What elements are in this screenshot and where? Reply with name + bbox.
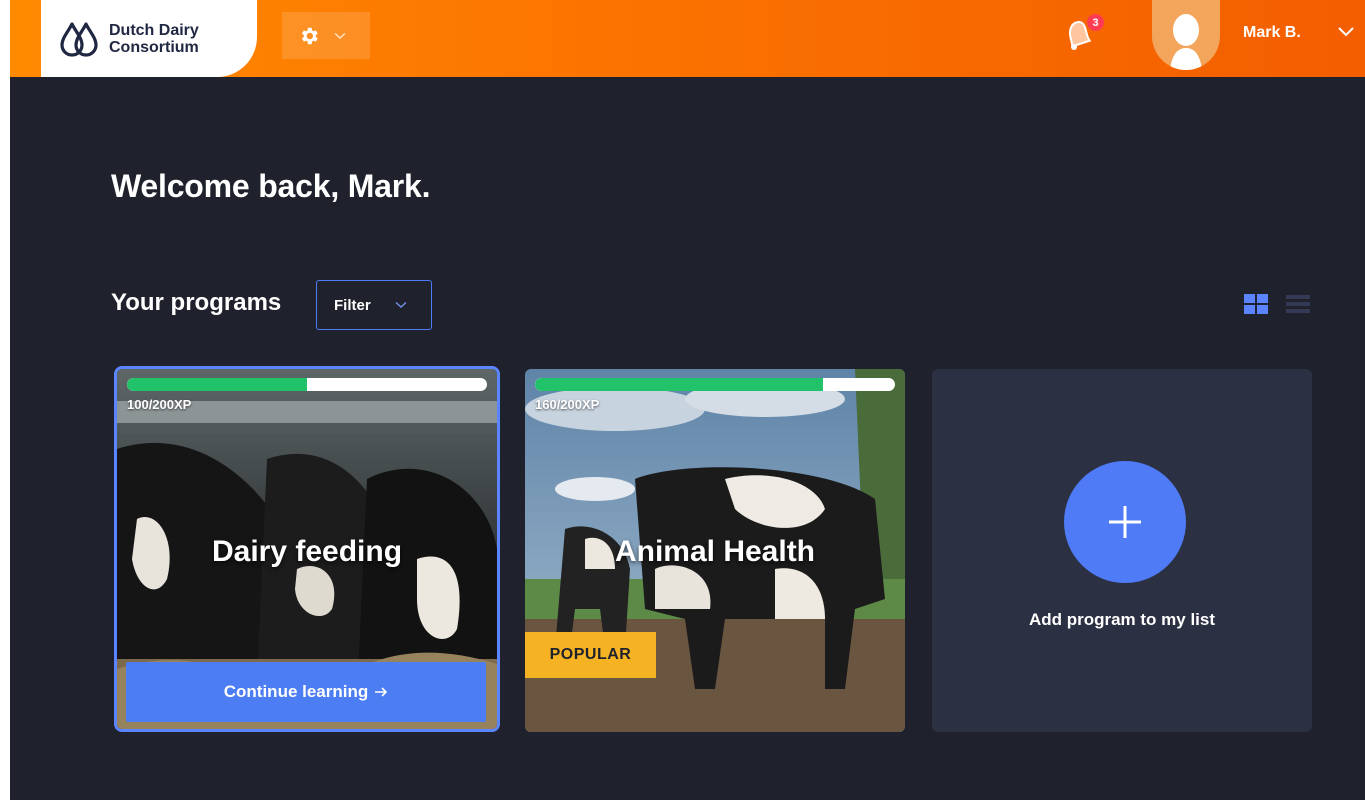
top-navigation-bar: Dutch Dairy Consortium 3 Mark B. [10, 0, 1365, 77]
xp-label: 100/200XP [127, 397, 192, 412]
add-program-card[interactable]: Add program to my list [932, 369, 1312, 732]
app-window: Dutch Dairy Consortium 3 Mark B. Welcome… [10, 0, 1365, 800]
brand-logo[interactable]: Dutch Dairy Consortium [41, 0, 257, 77]
program-title: Dairy feeding [211, 535, 403, 568]
xp-label: 160/200XP [535, 397, 600, 412]
popular-badge: POPULAR [525, 632, 656, 678]
grid-view-icon[interactable] [1244, 294, 1268, 314]
brand-name-line1: Dutch Dairy [109, 21, 199, 39]
milk-drop-logo-icon [60, 21, 98, 57]
section-title-programs: Your programs [111, 289, 282, 316]
chevron-down-icon[interactable] [1337, 26, 1355, 38]
user-name[interactable]: Mark B. [1243, 24, 1301, 42]
continue-learning-label: Continue learning [223, 682, 369, 701]
arrow-right-icon [375, 687, 388, 697]
notifications-button[interactable]: 3 [1060, 14, 1104, 54]
welcome-heading: Welcome back, Mark. [111, 168, 431, 204]
program-title: Animal Health [614, 535, 816, 568]
list-view-icon[interactable] [1286, 294, 1310, 314]
settings-dropdown-button[interactable] [282, 12, 370, 59]
add-program-label: Add program to my list [1028, 610, 1216, 629]
xp-progress-bar [535, 378, 895, 391]
gear-icon [301, 27, 318, 44]
brand-name: Dutch Dairy Consortium [109, 22, 199, 56]
filter-dropdown[interactable]: Filter [316, 280, 432, 330]
brand-name-line2: Consortium [109, 38, 199, 56]
avatar[interactable] [1152, 0, 1220, 70]
chevron-down-icon [334, 32, 346, 39]
continue-learning-button[interactable]: Continue learning [126, 662, 486, 722]
add-program-button[interactable] [1064, 461, 1186, 583]
xp-progress-fill [535, 378, 823, 391]
plus-icon [1109, 506, 1141, 538]
user-silhouette-icon [1170, 14, 1202, 70]
xp-progress-fill [127, 378, 307, 391]
xp-progress-bar [127, 378, 487, 391]
filter-label: Filter [334, 296, 371, 314]
program-card-dairy-feeding[interactable]: 100/200XP Dairy feeding Continue learnin… [114, 366, 500, 732]
notification-count-badge: 3 [1087, 14, 1104, 31]
program-card-animal-health[interactable]: 160/200XP Animal Health POPULAR [525, 369, 905, 732]
chevron-down-icon [395, 301, 407, 309]
